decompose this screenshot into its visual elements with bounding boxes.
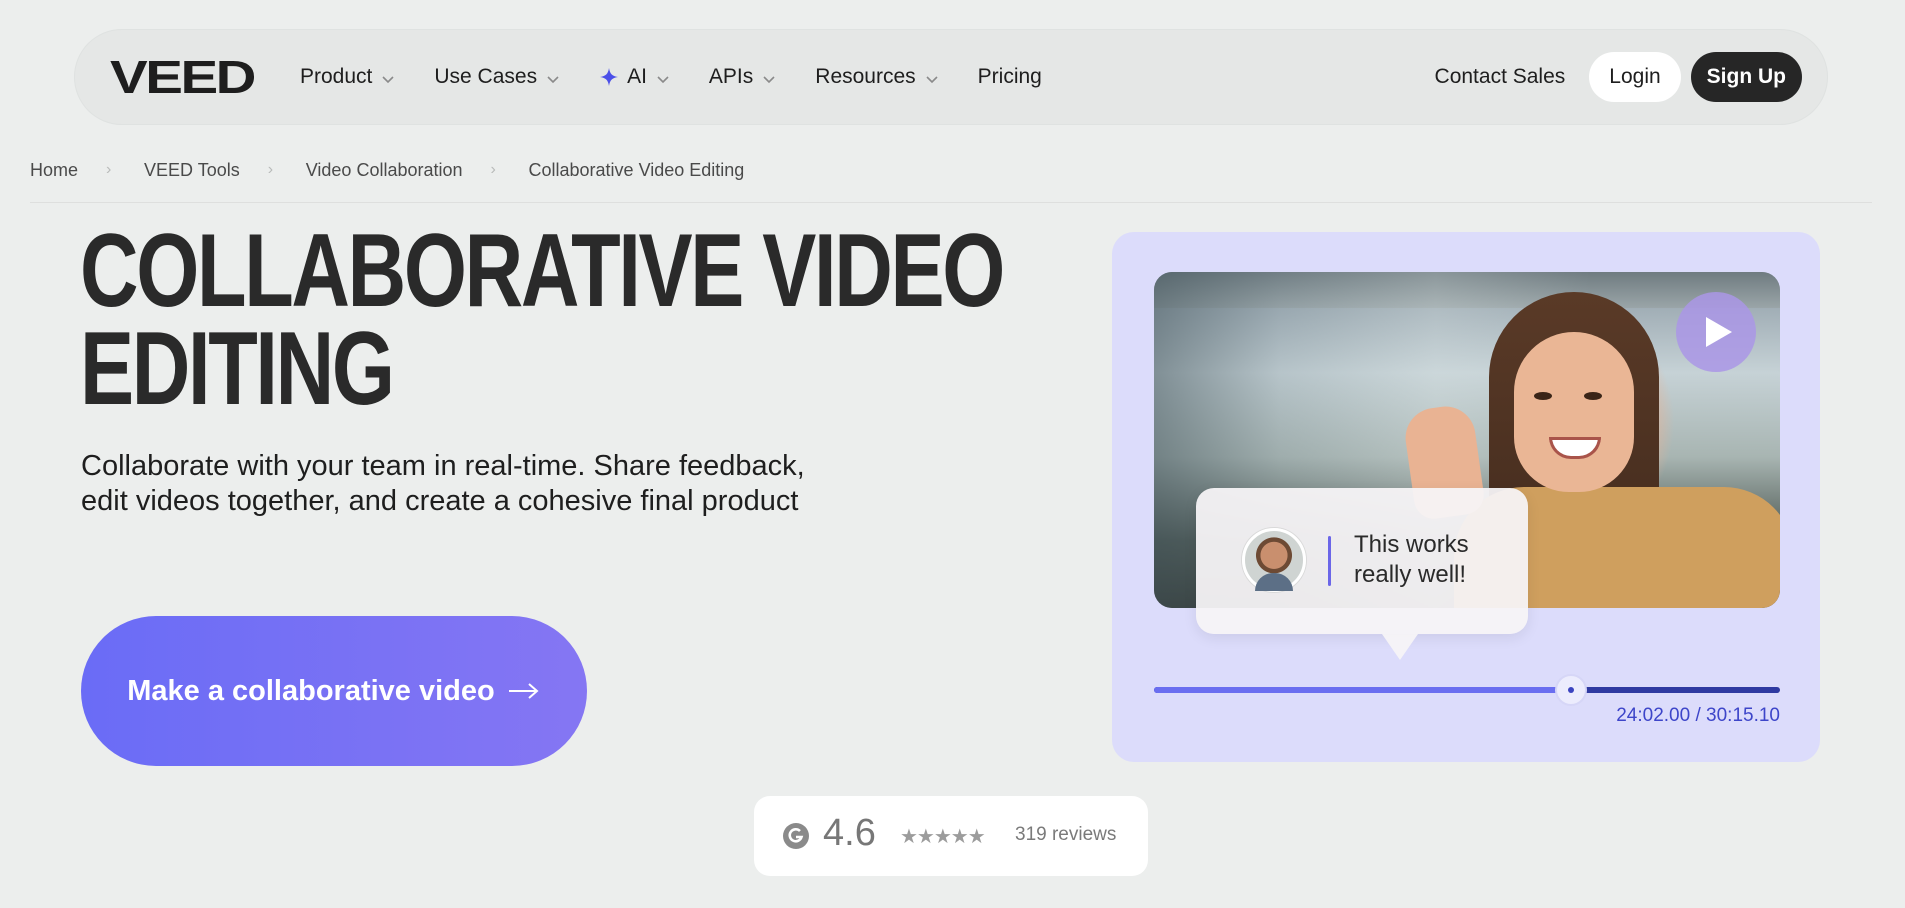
breadcrumb-current: Collaborative Video Editing [528, 159, 745, 180]
divider [30, 202, 1872, 203]
nav-item-apis[interactable]: APIs [709, 65, 777, 89]
review-count: 319 reviews [1015, 824, 1117, 845]
cta-label: Make a collaborative video [127, 674, 495, 707]
nav-item-resources[interactable]: Resources [815, 65, 939, 89]
breadcrumb-video-collaboration[interactable]: Video Collaboration [306, 160, 463, 181]
rating-badge[interactable]: 4.6 ★★★★★ 319 reviews [754, 796, 1148, 876]
nav-item-ai[interactable]: AI [599, 65, 671, 89]
video-preview-card: This works really well! 24:02.00 / 30:15… [1112, 232, 1820, 762]
comment-text: This works really well! [1354, 531, 1469, 588]
star-rating-icon: ★★★★★ [900, 826, 986, 848]
nav-item-label: Resources [815, 65, 916, 88]
veed-logo-mark: VEED [110, 51, 257, 103]
veed-logo[interactable]: VEED [110, 51, 257, 103]
g2-logo-icon [783, 823, 809, 849]
login-button[interactable]: Login [1589, 52, 1681, 102]
video-progress-bar[interactable] [1154, 674, 1780, 706]
chevron-down-icon [924, 69, 940, 85]
chevron-down-icon [761, 69, 777, 85]
title-line-1: COLLABORATIVE VIDEO [80, 213, 1005, 329]
play-button[interactable] [1676, 292, 1756, 372]
avatar-shirt [1255, 573, 1293, 591]
nav-item-label: AI [627, 65, 647, 88]
breadcrumb-home[interactable]: Home [30, 160, 78, 181]
person-face [1514, 332, 1634, 492]
rating-score: 4.6 [823, 812, 876, 854]
chevron-right-icon: › [490, 161, 496, 178]
arrow-right-icon [508, 683, 539, 699]
chevron-down-icon [545, 69, 561, 85]
nav-item-product[interactable]: Product [300, 65, 396, 89]
nav-item-use-cases[interactable]: Use Cases [434, 65, 561, 89]
progress-handle[interactable] [1554, 674, 1587, 706]
nav-actions: Contact Sales Login Sign Up [1435, 29, 1802, 125]
play-icon [1706, 317, 1732, 347]
contact-sales-link[interactable]: Contact Sales [1435, 65, 1566, 89]
page-title: COLLABORATIVE VIDEO EDITING [80, 213, 1005, 427]
title-line-2: EDITING [80, 311, 395, 427]
chevron-right-icon: › [267, 161, 274, 178]
progress-fill [1154, 687, 1571, 693]
person-eye [1534, 392, 1552, 400]
nav-item-label: Use Cases [434, 65, 538, 88]
make-collaborative-video-button[interactable]: Make a collaborative video [81, 616, 587, 766]
comment-pointer [1382, 634, 1418, 660]
hero-subtitle: Collaborate with your team in real-time.… [81, 450, 805, 517]
nav-menu: Product Use Cases AI APIs Resources Pric… [300, 29, 1080, 125]
svg-text:VEED: VEED [110, 55, 254, 99]
nav-item-label: APIs [708, 65, 754, 88]
sparkle-icon [599, 67, 619, 87]
comment-accent-bar [1328, 536, 1331, 586]
chevron-down-icon [655, 69, 671, 85]
nav-item-label: Product [300, 65, 373, 88]
timecode: 24:02.00 / 30:15.10 [1616, 705, 1780, 726]
breadcrumb: Home › VEED Tools › Video Collaboration … [30, 158, 744, 182]
comment-bubble: This works really well! [1196, 488, 1528, 634]
signup-button[interactable]: Sign Up [1690, 52, 1802, 102]
chevron-right-icon: › [106, 161, 112, 178]
top-nav: VEED Product Use Cases AI APIs Resources… [74, 29, 1828, 125]
breadcrumb-veed-tools[interactable]: VEED Tools [144, 160, 240, 181]
person-eye [1584, 392, 1602, 400]
avatar [1242, 528, 1306, 592]
nav-item-pricing[interactable]: Pricing [978, 65, 1042, 89]
chevron-down-icon [380, 69, 396, 85]
nav-item-label: Pricing [977, 65, 1042, 88]
